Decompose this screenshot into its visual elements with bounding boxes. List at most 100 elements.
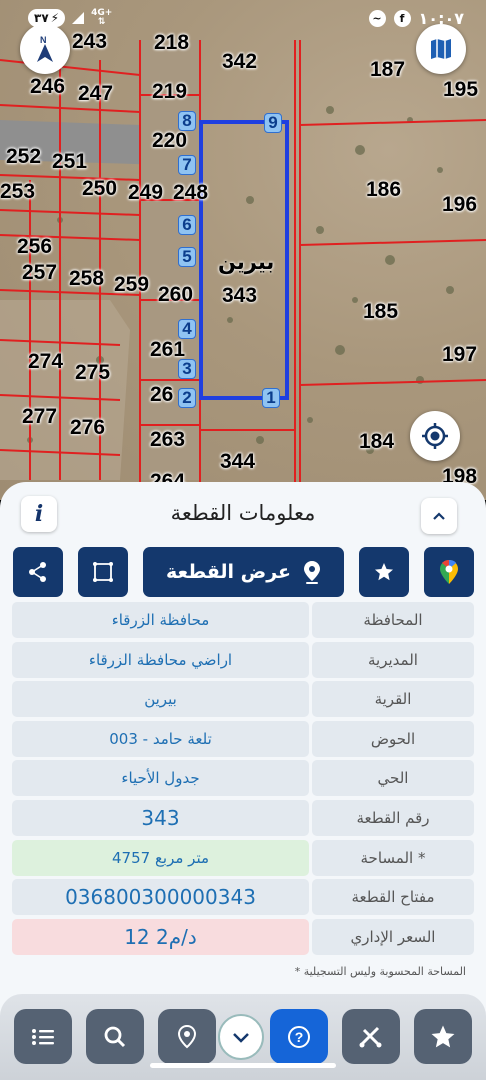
parcel-label[interactable]: 256 bbox=[17, 235, 52, 259]
row-value: اراضي محافظة الزرقاء bbox=[12, 641, 309, 678]
parcel-label[interactable]: 344 bbox=[220, 450, 255, 474]
vertex-marker[interactable]: 3 bbox=[178, 359, 196, 379]
nav-search-button[interactable] bbox=[86, 1009, 144, 1064]
info-table: محافظة الزرقاء المحافظة اراضي محافظة الز… bbox=[12, 602, 474, 958]
parcel-label[interactable]: 258 bbox=[69, 267, 104, 291]
my-location-button[interactable] bbox=[410, 411, 460, 461]
parcel-info-sheet: i معلومات القطعة عرض القطعة محافظة الزرق… bbox=[0, 482, 486, 1080]
nav-expand-button[interactable] bbox=[218, 1014, 264, 1060]
parcel-label[interactable]: 252 bbox=[6, 145, 41, 169]
parcel-label[interactable]: 275 bbox=[75, 361, 110, 385]
map-pin-icon bbox=[304, 561, 321, 584]
google-maps-button[interactable] bbox=[424, 547, 474, 597]
nav-measure-button[interactable] bbox=[342, 1009, 400, 1064]
svg-text:?: ? bbox=[295, 1029, 304, 1045]
parcel-label[interactable]: 250 bbox=[82, 177, 117, 201]
parcel-label[interactable]: 257 bbox=[22, 261, 57, 285]
facebook-icon: f bbox=[393, 9, 411, 27]
status-right: ~ f ١٠:٠٧ bbox=[368, 8, 464, 28]
messenger-icon: ~ bbox=[368, 9, 386, 27]
row-label: الحوض bbox=[312, 720, 474, 757]
status-left: ٣٧ ⚡ 4G+ ⇅ bbox=[28, 9, 112, 27]
status-bar: ٣٧ ⚡ 4G+ ⇅ ~ f ١٠:٠٧ bbox=[0, 0, 486, 36]
parcel-label[interactable]: 246 bbox=[30, 75, 65, 99]
parcel-label[interactable]: 186 bbox=[366, 178, 401, 202]
measure-icon bbox=[359, 1026, 382, 1047]
svg-text:N: N bbox=[40, 35, 47, 45]
share-button[interactable] bbox=[13, 547, 63, 597]
table-row: 036800300000343 مفتاح القطعة bbox=[12, 879, 474, 916]
row-label: القرية bbox=[312, 681, 474, 718]
map-icon bbox=[431, 39, 451, 59]
search-icon bbox=[104, 1026, 126, 1047]
nav-location-button[interactable] bbox=[158, 1009, 216, 1064]
parcel-label[interactable]: 196 bbox=[442, 193, 477, 217]
row-label: الحي bbox=[312, 760, 474, 797]
parcel-label[interactable]: 276 bbox=[70, 416, 105, 440]
row-label: المديرية bbox=[312, 641, 474, 678]
row-value[interactable]: 036800300000343 bbox=[12, 879, 309, 916]
info-button[interactable]: i bbox=[21, 496, 57, 532]
parcel-label[interactable]: 26 bbox=[150, 383, 173, 407]
clock: ١٠:٠٧ bbox=[418, 8, 464, 28]
nav-list-button[interactable] bbox=[14, 1009, 72, 1064]
nav-help-button[interactable]: ? bbox=[270, 1009, 328, 1064]
vertex-marker[interactable]: 7 bbox=[178, 155, 196, 175]
map-view[interactable]: 243 218 342 187 195 246 247 219 220 252 … bbox=[0, 0, 486, 500]
star-icon bbox=[375, 563, 393, 581]
table-row: محافظة الزرقاء المحافظة bbox=[12, 602, 474, 638]
star-icon bbox=[431, 1025, 455, 1047]
signal-icon bbox=[72, 12, 85, 24]
row-label: المساحة * bbox=[312, 839, 474, 876]
area-footnote: * المساحة المحسوبة وليس التسجيلية bbox=[294, 965, 466, 978]
row-value: محافظة الزرقاء bbox=[12, 602, 309, 638]
parcel-label[interactable]: 277 bbox=[22, 405, 57, 429]
row-value: تلعة حامد - 003 bbox=[12, 720, 309, 757]
parcel-label[interactable]: 259 bbox=[114, 273, 149, 297]
nav-favorites-button[interactable] bbox=[414, 1009, 472, 1064]
parcel-label[interactable]: 197 bbox=[442, 343, 477, 367]
parcel-label[interactable]: 274 bbox=[28, 350, 63, 374]
row-label: مفتاح القطعة bbox=[312, 879, 474, 916]
favorite-button[interactable] bbox=[359, 547, 409, 597]
parcel-label[interactable]: 253 bbox=[0, 180, 35, 204]
parcel-label[interactable]: 248 bbox=[173, 181, 208, 205]
network-type: 4G+ ⇅ bbox=[91, 8, 113, 27]
collapse-button[interactable] bbox=[421, 498, 457, 534]
vertex-marker[interactable]: 5 bbox=[178, 247, 196, 267]
parcel-label[interactable]: 187 bbox=[370, 58, 405, 82]
battery-indicator: ٣٧ ⚡ bbox=[28, 9, 66, 27]
row-label: المحافظة bbox=[312, 602, 474, 638]
table-row: جدول الأحياء الحي bbox=[12, 760, 474, 797]
vertex-marker[interactable]: 9 bbox=[264, 113, 282, 133]
boundary-button[interactable] bbox=[78, 547, 128, 597]
vertex-marker[interactable]: 2 bbox=[178, 388, 196, 408]
crosshair-icon bbox=[422, 423, 448, 449]
parcel-label[interactable]: 342 bbox=[222, 50, 257, 74]
row-value: 4757 متر مربع bbox=[12, 839, 309, 876]
show-parcel-button[interactable]: عرض القطعة bbox=[143, 547, 344, 597]
table-row: تلعة حامد - 003 الحوض bbox=[12, 720, 474, 757]
selected-parcel-label[interactable]: 343 bbox=[222, 284, 257, 308]
row-value: 12 د/م2 bbox=[12, 918, 309, 955]
parcel-label[interactable]: 251 bbox=[52, 150, 87, 174]
home-indicator[interactable] bbox=[150, 1063, 336, 1068]
parcel-label[interactable]: 220 bbox=[152, 129, 187, 153]
vertex-marker[interactable]: 4 bbox=[178, 319, 196, 339]
parcel-label[interactable]: 185 bbox=[363, 300, 398, 324]
vertex-marker[interactable]: 1 bbox=[262, 388, 280, 408]
table-row: بيرين القرية bbox=[12, 681, 474, 718]
parcel-label[interactable]: 195 bbox=[443, 78, 478, 102]
parcel-label[interactable]: 260 bbox=[158, 283, 193, 307]
google-maps-icon bbox=[440, 560, 458, 584]
vertex-marker[interactable]: 8 bbox=[178, 111, 196, 131]
row-label: السعر الإداري bbox=[312, 918, 474, 955]
sheet-title: معلومات القطعة bbox=[170, 501, 316, 525]
parcel-label[interactable]: 247 bbox=[78, 82, 113, 106]
vertex-marker[interactable]: 6 bbox=[178, 215, 196, 235]
parcel-label[interactable]: 249 bbox=[128, 181, 163, 205]
parcel-label[interactable]: 184 bbox=[359, 430, 394, 454]
parcel-label[interactable]: 219 bbox=[152, 80, 187, 104]
parcel-label[interactable]: 263 bbox=[150, 428, 185, 452]
list-icon bbox=[32, 1028, 54, 1045]
